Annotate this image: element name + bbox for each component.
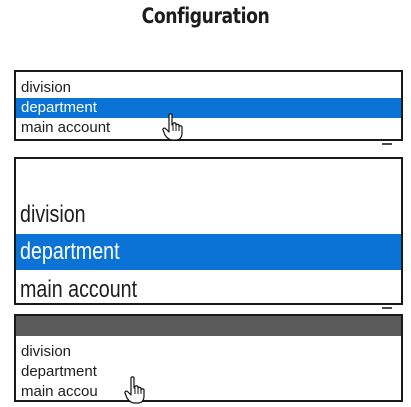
- list-box-1[interactable]: division department main account: [14, 70, 403, 141]
- list-item-division[interactable]: division: [16, 197, 401, 233]
- list-item-main-account[interactable]: main account: [16, 272, 401, 308]
- hand-pointer-icon: [124, 376, 145, 404]
- list-item-department[interactable]: department: [16, 98, 401, 118]
- list-item-label: department: [20, 238, 120, 265]
- list-header-bar: [16, 316, 401, 336]
- list-box-3[interactable]: division department main accou: [14, 314, 403, 402]
- list-item-label: division: [20, 201, 86, 228]
- list-item-division[interactable]: division: [16, 342, 401, 362]
- list-item-main-account[interactable]: main account: [16, 118, 401, 138]
- list-item-department[interactable]: department: [16, 362, 401, 382]
- list-box-2[interactable]: division department main account: [14, 157, 403, 305]
- list-item-main-account[interactable]: main accou: [16, 382, 401, 402]
- list-item-division[interactable]: division: [16, 78, 401, 98]
- list-item-label: main account: [20, 276, 138, 303]
- divider: [382, 143, 392, 145]
- list-item-department[interactable]: department: [16, 234, 401, 270]
- hand-pointer-icon: [162, 113, 183, 141]
- divider: [382, 307, 392, 309]
- page-title: Configuration: [141, 4, 270, 28]
